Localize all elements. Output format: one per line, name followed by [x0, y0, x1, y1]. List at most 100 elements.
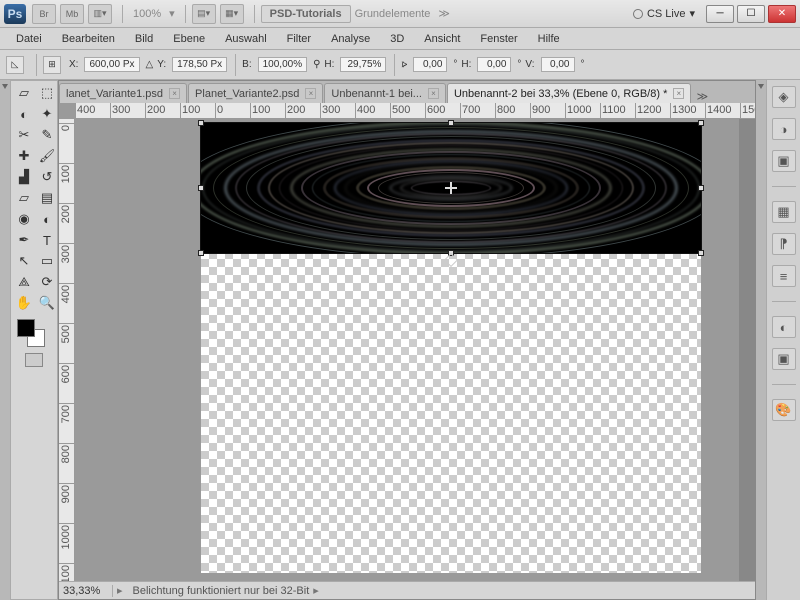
- tool-gradient[interactable]: ▤: [36, 188, 58, 208]
- ruler-vertical[interactable]: 010020030040050060070080090010001100: [59, 119, 75, 581]
- app-logo: Ps: [4, 4, 26, 24]
- menu-bearbeiten[interactable]: Bearbeiten: [52, 31, 125, 47]
- tool-zoom[interactable]: 🔍: [36, 293, 58, 313]
- status-menu-icon[interactable]: ▸: [117, 584, 123, 597]
- tool-shape[interactable]: ▭: [36, 251, 58, 271]
- status-bar: 33,33% ▸ Belichtung funktioniert nur bei…: [59, 581, 755, 599]
- quickmask-button[interactable]: [25, 353, 43, 367]
- document-area: lanet_Variante1.psd× Planet_Variante2.ps…: [58, 80, 756, 600]
- extras-button[interactable]: ▦▾: [220, 4, 244, 24]
- tool-blur[interactable]: ◉: [13, 209, 35, 229]
- panel-color-icon[interactable]: 🎨: [772, 399, 796, 421]
- panel-swatch-icon[interactable]: ▦: [772, 201, 796, 223]
- tool-marquee[interactable]: ⬚: [36, 83, 58, 103]
- minimize-button[interactable]: ─: [706, 5, 734, 23]
- tool-move[interactable]: ▱: [13, 83, 35, 103]
- canvas[interactable]: [201, 123, 701, 573]
- menu-auswahl[interactable]: Auswahl: [215, 31, 277, 47]
- menu-datei[interactable]: Datei: [6, 31, 52, 47]
- maximize-button[interactable]: ☐: [737, 5, 765, 23]
- tool-wand[interactable]: ✦: [36, 104, 58, 124]
- tool-path[interactable]: ↖: [13, 251, 35, 271]
- panel-mask-icon[interactable]: ▣: [772, 150, 796, 172]
- arrange-button[interactable]: ▥▾: [88, 4, 112, 24]
- tool-type[interactable]: T: [36, 230, 58, 250]
- tool-rotate[interactable]: ⟳: [36, 272, 58, 292]
- cs-live-button[interactable]: CS Live▾: [633, 7, 695, 20]
- panel-bw-icon[interactable]: ◐: [772, 316, 796, 338]
- y-field[interactable]: 178,50 Px: [172, 57, 227, 72]
- minibridge-button[interactable]: Mb: [60, 4, 84, 24]
- angle-icon: ⦠: [401, 59, 407, 70]
- menu-filter[interactable]: Filter: [277, 31, 321, 47]
- workspace-grundelemente[interactable]: Grundelemente: [355, 8, 431, 20]
- h-field[interactable]: 29,75%: [340, 57, 386, 72]
- doc-tabs: lanet_Variante1.psd× Planet_Variante2.ps…: [59, 81, 755, 103]
- menu-bild[interactable]: Bild: [125, 31, 163, 47]
- menu-fenster[interactable]: Fenster: [470, 31, 527, 47]
- transform-icon[interactable]: ◺: [6, 56, 24, 74]
- close-icon[interactable]: ×: [169, 88, 180, 99]
- menu-ebene[interactable]: Ebene: [163, 31, 215, 47]
- toolbox: ▱⬚◐✦✂✎✚🖌▟↺▱▤◉◐✒T↖▭⟁⟳✋🔍: [10, 80, 58, 600]
- tool-pen[interactable]: ✒: [13, 230, 35, 250]
- zoom-label: 100%: [133, 8, 161, 20]
- vskew-label: V:: [525, 59, 534, 70]
- tool-3d[interactable]: ⟁: [13, 272, 35, 292]
- menu-3d[interactable]: 3D: [380, 31, 414, 47]
- tab-2[interactable]: Unbenannt-1 bei...×: [324, 83, 446, 103]
- panel-layers-icon[interactable]: ◈: [772, 86, 796, 108]
- delta-icon: △: [146, 59, 154, 70]
- close-icon[interactable]: ×: [428, 88, 439, 99]
- panel-adjust-icon[interactable]: ◑: [772, 118, 796, 140]
- tab-1[interactable]: Planet_Variante2.psd×: [188, 83, 323, 103]
- panel-strip: ◈ ◑ ▣ ▦ ⁋ ≡ ◐ ▣ 🎨: [766, 80, 800, 600]
- close-icon[interactable]: ×: [305, 88, 316, 99]
- left-gutter[interactable]: [0, 80, 10, 600]
- menu-hilfe[interactable]: Hilfe: [528, 31, 570, 47]
- tab-0[interactable]: lanet_Variante1.psd×: [59, 83, 187, 103]
- foreground-swatch[interactable]: [17, 319, 35, 337]
- canvas-viewport[interactable]: [75, 119, 739, 581]
- tool-lasso[interactable]: ◐: [13, 104, 35, 124]
- tool-brush[interactable]: 🖌: [36, 146, 58, 166]
- scrollbar-v[interactable]: [739, 119, 755, 581]
- tool-stamp[interactable]: ▟: [13, 167, 35, 187]
- right-gutter[interactable]: [756, 80, 766, 600]
- tool-eraser[interactable]: ▱: [13, 188, 35, 208]
- link-icon[interactable]: ⚲: [313, 59, 320, 70]
- tab-3[interactable]: Unbenannt-2 bei 33,3% (Ebene 0, RGB/8) *…: [447, 83, 691, 103]
- close-button[interactable]: ✕: [768, 5, 796, 23]
- bridge-button[interactable]: Br: [32, 4, 56, 24]
- hskew-field[interactable]: 0,00: [477, 57, 511, 72]
- panel-char-icon[interactable]: ⁋: [772, 233, 796, 255]
- workspace-more[interactable]: ≫: [438, 7, 450, 20]
- status-zoom[interactable]: 33,33%: [63, 585, 113, 597]
- tool-crop[interactable]: ✂: [13, 125, 35, 145]
- vskew-field[interactable]: 0,00: [541, 57, 575, 72]
- menu-analyse[interactable]: Analyse: [321, 31, 380, 47]
- ruler-horizontal[interactable]: 4003002001000100200300400500600700800900…: [75, 103, 755, 119]
- cslive-icon: [633, 9, 643, 19]
- tabs-more[interactable]: ≫: [692, 90, 712, 103]
- x-field[interactable]: 600,00 Px: [84, 57, 139, 72]
- panel-para-icon[interactable]: ≡: [772, 265, 796, 287]
- status-message: Belichtung funktioniert nur bei 32-Bit: [127, 585, 310, 597]
- y-label: Y:: [157, 59, 166, 70]
- tool-hand[interactable]: ✋: [13, 293, 35, 313]
- tool-history[interactable]: ↺: [36, 167, 58, 187]
- screen-mode-button[interactable]: ▤▾: [192, 4, 216, 24]
- color-swatches[interactable]: [13, 319, 55, 349]
- angle-field[interactable]: 0,00: [413, 57, 447, 72]
- close-icon[interactable]: ×: [673, 88, 684, 99]
- reference-point-icon[interactable]: ⊞: [43, 56, 61, 74]
- tool-dodge[interactable]: ◐: [36, 209, 58, 229]
- tool-heal[interactable]: ✚: [13, 146, 35, 166]
- panel-cam-icon[interactable]: ▣: [772, 348, 796, 370]
- tool-eyedrop[interactable]: ✎: [36, 125, 58, 145]
- options-bar: ◺ ⊞ X: 600,00 Px △ Y: 178,50 Px B: 100,0…: [0, 50, 800, 80]
- workspace-psd-tutorials[interactable]: PSD-Tutorials: [261, 5, 351, 23]
- menu-ansicht[interactable]: Ansicht: [414, 31, 470, 47]
- w-field[interactable]: 100,00%: [258, 57, 307, 72]
- hskew-label: H:: [461, 59, 471, 70]
